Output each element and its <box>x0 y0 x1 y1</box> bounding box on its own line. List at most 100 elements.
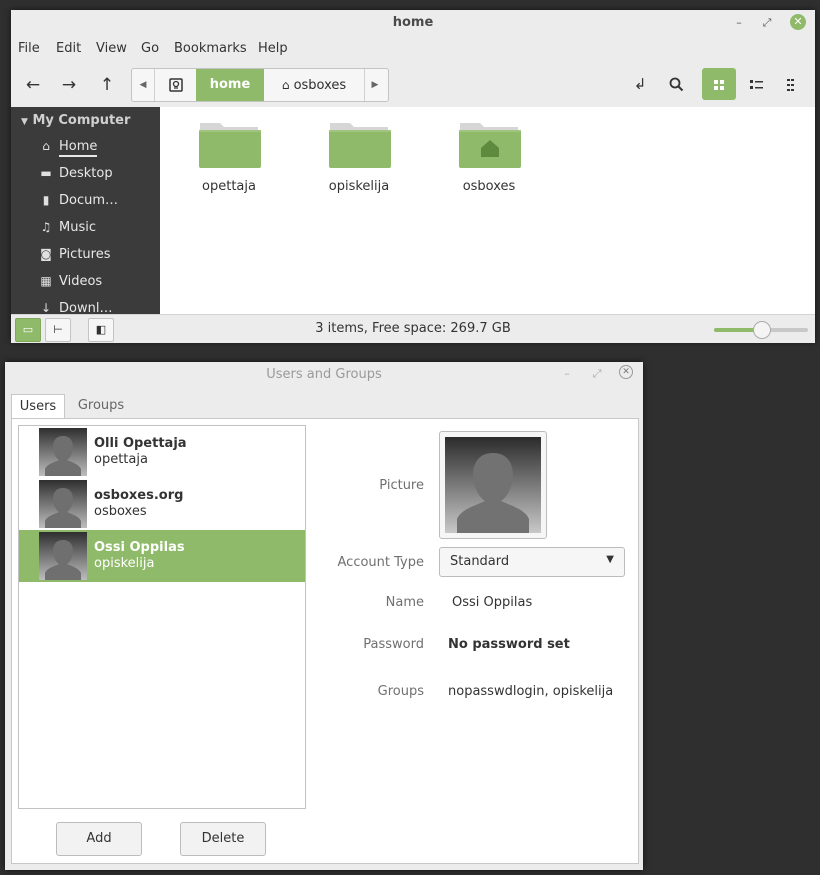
music-icon: ♫ <box>40 220 52 234</box>
folder-item[interactable]: opiskelija <box>314 119 404 209</box>
sidebar-item-music[interactable]: ♫ Music <box>37 220 157 242</box>
sidebar-item-downloads[interactable]: ↓ Downl… <box>37 301 157 314</box>
film-icon: ▦ <box>40 274 52 288</box>
path-bar: ◀ home ⌂ osboxes ▶ <box>131 68 389 102</box>
sidebar-item-desktop[interactable]: ▬ Desktop <box>37 166 157 188</box>
account-type-select[interactable]: Standard ▼ <box>439 547 625 577</box>
status-text: 3 items, Free space: 269.7 GB <box>315 321 511 336</box>
minimize-icon[interactable]: – <box>559 366 575 382</box>
tab-groups[interactable]: Groups <box>67 394 135 418</box>
folder-icon <box>199 123 261 168</box>
sidebar-item-label: Pictures <box>59 247 111 262</box>
list-view-icon[interactable] <box>739 68 773 100</box>
maximize-icon[interactable]: ⤢ <box>589 366 605 382</box>
close-icon[interactable]: ✕ <box>790 14 806 30</box>
document-icon: ▮ <box>42 193 50 207</box>
menu-help[interactable]: Help <box>258 41 288 56</box>
user-picture <box>445 437 541 533</box>
sidebar-item-label: Home <box>59 139 98 157</box>
folder-name: opiskelija <box>328 179 390 194</box>
users-panel: Olli Opettaja opettaja osboxes.org osbox… <box>11 418 639 864</box>
menu-file[interactable]: File <box>18 41 40 56</box>
path-home-button[interactable]: home <box>196 69 264 101</box>
compact-view-icon[interactable] <box>776 68 810 100</box>
titlebar[interactable]: Users and Groups – ⤢ ✕ <box>5 362 643 386</box>
folder-item[interactable]: opettaja <box>184 119 274 209</box>
sidebar-section-label: My Computer <box>32 113 131 128</box>
window-title: Users and Groups <box>266 367 382 382</box>
sidebar-item-label: Desktop <box>59 166 113 181</box>
toggle-location-icon[interactable]: ↲ <box>623 68 657 100</box>
up-arrow-icon[interactable]: ↑ <box>92 70 122 100</box>
password-label: Password <box>363 637 424 652</box>
sidebar-item-label: Docum… <box>59 193 119 208</box>
name-value[interactable]: Ossi Oppilas <box>452 595 532 610</box>
account-type-value: Standard <box>450 554 510 569</box>
user-full-name: Ossi Oppilas <box>94 540 185 555</box>
password-value[interactable]: No password set <box>448 637 570 652</box>
menu-bookmarks[interactable]: Bookmarks <box>174 41 247 56</box>
name-label: Name <box>385 595 424 610</box>
forward-arrow-icon[interactable]: → <box>54 70 84 100</box>
folder-icon <box>329 123 391 168</box>
sidebar-item-label: Downl… <box>59 301 113 314</box>
toolbar: ← → ↑ ◀ home ⌂ osboxes ▶ ↲ <box>11 67 815 103</box>
drive-icon[interactable] <box>154 69 197 101</box>
search-icon[interactable] <box>659 68 693 100</box>
zoom-slider-handle[interactable] <box>753 321 771 339</box>
file-view[interactable]: opettaja opiskelija osboxes <box>160 107 815 314</box>
titlebar[interactable]: home – ⤢ ✕ <box>11 10 815 35</box>
menu-go[interactable]: Go <box>141 41 159 56</box>
folder-item[interactable]: osboxes <box>444 119 534 209</box>
avatar <box>39 532 87 580</box>
maximize-icon[interactable]: ⤢ <box>759 15 775 31</box>
picture-label: Picture <box>379 478 424 493</box>
status-bar: ▭ ⊢ ◧ 3 items, Free space: 269.7 GB <box>11 314 815 343</box>
close-icon[interactable]: ✕ <box>619 365 633 379</box>
folder-name: osboxes <box>462 179 516 194</box>
sidebar-item-pictures[interactable]: ◙ Pictures <box>37 247 157 269</box>
sidebar: ▼ My Computer ⌂ Home ▬ Desktop ▮ Docum… ♫ Mu… <box>11 107 160 314</box>
sidebar-section-my-computer[interactable]: ▼ My Computer <box>21 113 130 128</box>
path-right-icon[interactable]: ▶ <box>364 69 386 101</box>
tab-users[interactable]: Users <box>11 394 65 420</box>
folder-name: opettaja <box>202 179 256 194</box>
groups-label: Groups <box>377 684 424 699</box>
download-icon: ↓ <box>40 301 52 314</box>
sidebar-item-home[interactable]: ⌂ Home <box>37 139 157 161</box>
camera-icon: ◙ <box>40 247 52 261</box>
chevron-down-icon: ▼ <box>21 117 28 127</box>
sidebar-item-documents[interactable]: ▮ Docum… <box>37 193 157 215</box>
sidebar-item-label: Videos <box>59 274 103 289</box>
list-item[interactable]: osboxes.org osboxes <box>19 478 305 530</box>
chevron-down-icon: ▼ <box>606 554 614 565</box>
avatar <box>39 480 87 528</box>
home-icon: ⌂ <box>42 139 50 153</box>
path-osboxes-button[interactable]: ⌂ osboxes <box>264 69 365 101</box>
list-item[interactable]: Ossi Oppilas opiskelija <box>19 530 305 582</box>
sidebar-item-videos[interactable]: ▦ Videos <box>37 274 157 296</box>
file-manager-window: home – ⤢ ✕ File Edit View Go Bookmarks H… <box>11 10 815 343</box>
list-item[interactable]: Olli Opettaja opettaja <box>19 426 305 478</box>
minimize-icon[interactable]: – <box>731 15 747 31</box>
user-login: opettaja <box>94 452 148 467</box>
avatar <box>39 428 87 476</box>
home-icon: ⌂ <box>281 78 290 92</box>
users-groups-window: Users and Groups – ⤢ ✕ Users Groups Olli… <box>5 362 643 870</box>
menu-edit[interactable]: Edit <box>56 41 81 56</box>
back-arrow-icon[interactable]: ← <box>18 70 48 100</box>
window-title: home <box>392 15 434 30</box>
path-left-icon[interactable]: ◀ <box>132 69 154 101</box>
user-login: osboxes <box>94 504 147 519</box>
icon-view-icon[interactable] <box>702 68 736 100</box>
picture-button[interactable] <box>439 431 547 539</box>
add-user-button[interactable]: Add <box>56 822 142 856</box>
user-login: opiskelija <box>94 556 155 571</box>
user-list[interactable]: Olli Opettaja opettaja osboxes.org osbox… <box>18 425 306 809</box>
delete-user-button[interactable]: Delete <box>180 822 266 856</box>
menu-view[interactable]: View <box>96 41 127 56</box>
groups-value[interactable]: nopasswdlogin, opiskelija <box>448 684 613 699</box>
zoom-slider[interactable] <box>714 321 808 339</box>
sidebar-item-label: Music <box>59 220 96 235</box>
path-osboxes-label: osboxes <box>293 78 347 93</box>
